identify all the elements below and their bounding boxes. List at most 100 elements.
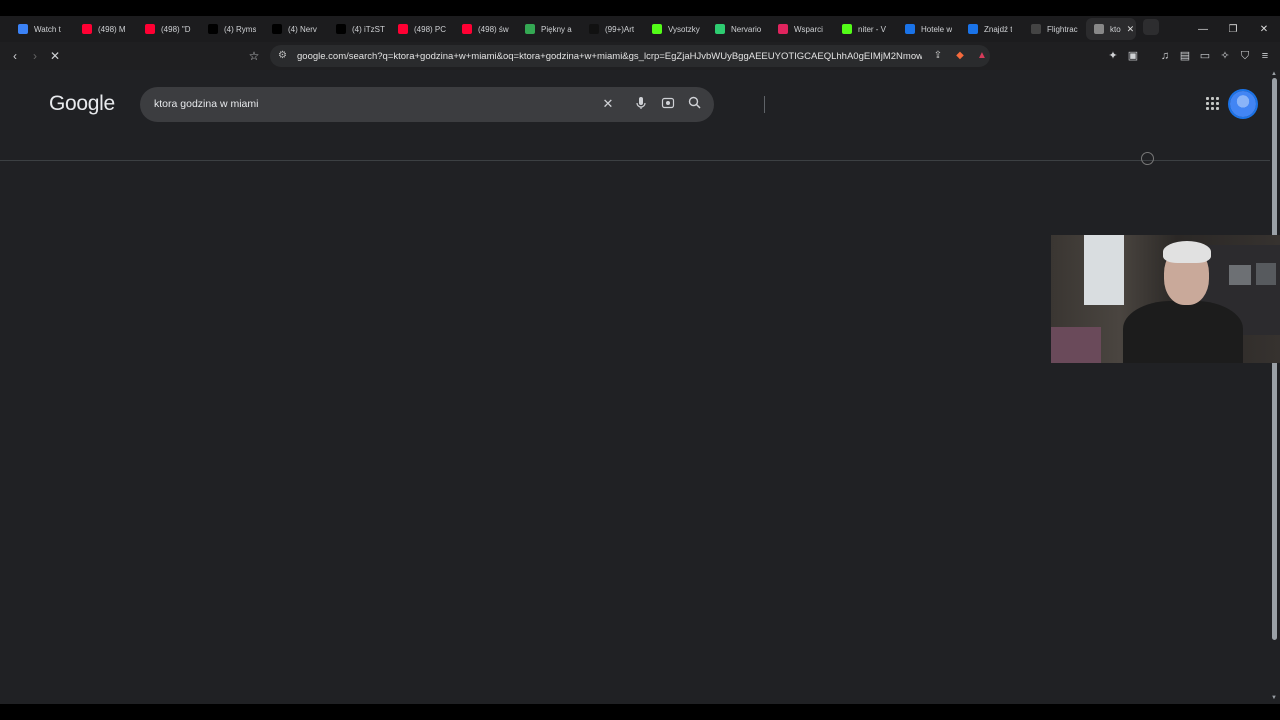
site-settings-icon[interactable]: ⚙	[278, 51, 288, 61]
webcam-person-hair	[1163, 241, 1211, 263]
flightradar-icon	[1031, 24, 1041, 34]
brave-shields-icon[interactable]: ◆	[954, 50, 966, 62]
tab-title: niter - V	[858, 24, 887, 34]
media-icon[interactable]: ♫	[1158, 49, 1172, 63]
maximize-button[interactable]: ❐	[1218, 16, 1248, 42]
stop-loading-button[interactable]: ✕	[48, 49, 62, 63]
brave-rewards-icon[interactable]: ▲	[976, 50, 988, 62]
tab-title: (4) Ryms	[224, 24, 257, 34]
search-icon[interactable]	[686, 96, 702, 112]
tab[interactable]: (498) M	[74, 18, 134, 40]
page-content	[0, 70, 1270, 704]
maximize-icon: ❐	[1228, 23, 1238, 35]
tab[interactable]: kto ✕	[1086, 18, 1136, 40]
account-avatar[interactable]	[1230, 91, 1256, 117]
kick-icon	[652, 24, 662, 34]
tab-title: (498) PC	[414, 24, 447, 34]
tab-title: Piękny a	[541, 24, 572, 34]
menu-icon[interactable]: ≡	[1258, 49, 1272, 63]
navigation-bar: ‹ › ✕ ☆ ⚙ google.com/search?q=ktora+godz…	[0, 42, 1280, 70]
search-input[interactable]: ktora godzina w miami	[154, 98, 258, 110]
tab-title: Znajdź t	[984, 24, 1013, 34]
tab[interactable]: Flightrac	[1023, 18, 1083, 40]
tab[interactable]: Nervario	[707, 18, 767, 40]
tab[interactable]: Hotele w	[897, 18, 957, 40]
tab-title: kto	[1110, 24, 1121, 34]
bottom-black-bar	[0, 704, 1280, 720]
header-divider	[0, 160, 1270, 161]
loading-cursor-icon	[1141, 152, 1154, 165]
youtube-icon	[398, 24, 408, 34]
tipply-icon	[778, 24, 788, 34]
new-tab-button[interactable]	[1143, 19, 1159, 35]
forward-icon: ›	[33, 49, 37, 63]
tab[interactable]: Watch t	[10, 18, 70, 40]
tab[interactable]: Piękny a	[517, 18, 577, 40]
tab-title: (99+)Art	[605, 24, 635, 34]
webcam-picture-frame	[1256, 263, 1276, 285]
back-icon: ‹	[13, 49, 17, 63]
vpn-shield-icon[interactable]: ⛉	[1238, 49, 1252, 63]
screenshot-icon[interactable]: ▣	[1126, 49, 1140, 63]
tab[interactable]: Vysotzky	[644, 18, 704, 40]
stop-icon: ✕	[49, 49, 61, 63]
scroll-down-icon[interactable]: ▼	[1271, 695, 1277, 701]
search-separator	[764, 96, 765, 113]
clear-icon[interactable]: ✕	[600, 96, 616, 112]
x-icon	[208, 24, 218, 34]
tiktok-icon	[589, 24, 599, 34]
tab-title: Flightrac	[1047, 24, 1078, 34]
share-icon[interactable]: ⇪	[932, 50, 944, 62]
lens-search-icon[interactable]	[660, 96, 676, 112]
tab[interactable]: (498) "D	[137, 18, 197, 40]
tab[interactable]: (4) Nerv	[264, 18, 324, 40]
minimize-button[interactable]: —	[1188, 16, 1218, 42]
booking-icon	[905, 24, 915, 34]
address-bar[interactable]: ⚙ google.com/search?q=ktora+godzina+w+mi…	[270, 45, 990, 67]
sidebar-icon[interactable]: ▤	[1178, 49, 1192, 63]
tab[interactable]: (4) iTzST	[328, 18, 388, 40]
kick-icon	[842, 24, 852, 34]
maps-pin-icon	[525, 24, 535, 34]
back-button[interactable]: ‹	[8, 49, 22, 63]
tab-title: Watch t	[34, 24, 61, 34]
tab-title: Vysotzky	[668, 24, 700, 34]
tab-title: (4) Nerv	[288, 24, 317, 34]
tab[interactable]: niter - V	[834, 18, 894, 40]
tab-close-icon[interactable]: ✕	[1127, 24, 1135, 35]
tab-title: (4) iTzST	[352, 24, 385, 34]
window-close-button[interactable]: ✕	[1249, 16, 1279, 42]
tab[interactable]: (498) św	[454, 18, 514, 40]
youtube-icon	[145, 24, 155, 34]
bookmark-icon: ☆	[248, 49, 260, 63]
webcam-person-body	[1123, 301, 1243, 363]
tab-title: Nervario	[731, 24, 762, 34]
extensions-icon[interactable]: ✦	[1106, 49, 1120, 63]
tab-title: (498) św	[478, 24, 509, 34]
globe-icon	[18, 24, 28, 34]
top-black-bar	[0, 0, 1280, 16]
tab-title: (498) "D	[161, 24, 191, 34]
google-apps-icon[interactable]	[1206, 97, 1221, 112]
search-box[interactable]: ktora godzina w miami ✕	[140, 87, 765, 122]
webcam-overlay	[1051, 235, 1280, 363]
window-close-icon: ✕	[1259, 23, 1269, 35]
forward-button[interactable]: ›	[28, 49, 42, 63]
url-text[interactable]: google.com/search?q=ktora+godzina+w+miam…	[297, 51, 922, 62]
youtube-icon	[82, 24, 92, 34]
bookmark-button[interactable]: ☆	[247, 49, 261, 63]
leo-ai-icon[interactable]: ✧	[1218, 49, 1232, 63]
tab[interactable]: (4) Ryms	[200, 18, 260, 40]
wallet-icon[interactable]: ▭	[1198, 49, 1212, 63]
voice-search-icon[interactable]	[633, 96, 649, 112]
tab[interactable]: Wsparci	[770, 18, 830, 40]
scroll-up-icon[interactable]: ▲	[1271, 71, 1277, 77]
x-icon	[336, 24, 346, 34]
tab[interactable]: (99+)Art	[581, 18, 641, 40]
google-logo[interactable]: Google	[49, 92, 115, 116]
tt-icon	[715, 24, 725, 34]
webcam-window	[1084, 235, 1124, 305]
tab[interactable]: (498) PC	[390, 18, 450, 40]
tab[interactable]: Znajdź t	[960, 18, 1020, 40]
loading-icon	[1094, 24, 1104, 34]
